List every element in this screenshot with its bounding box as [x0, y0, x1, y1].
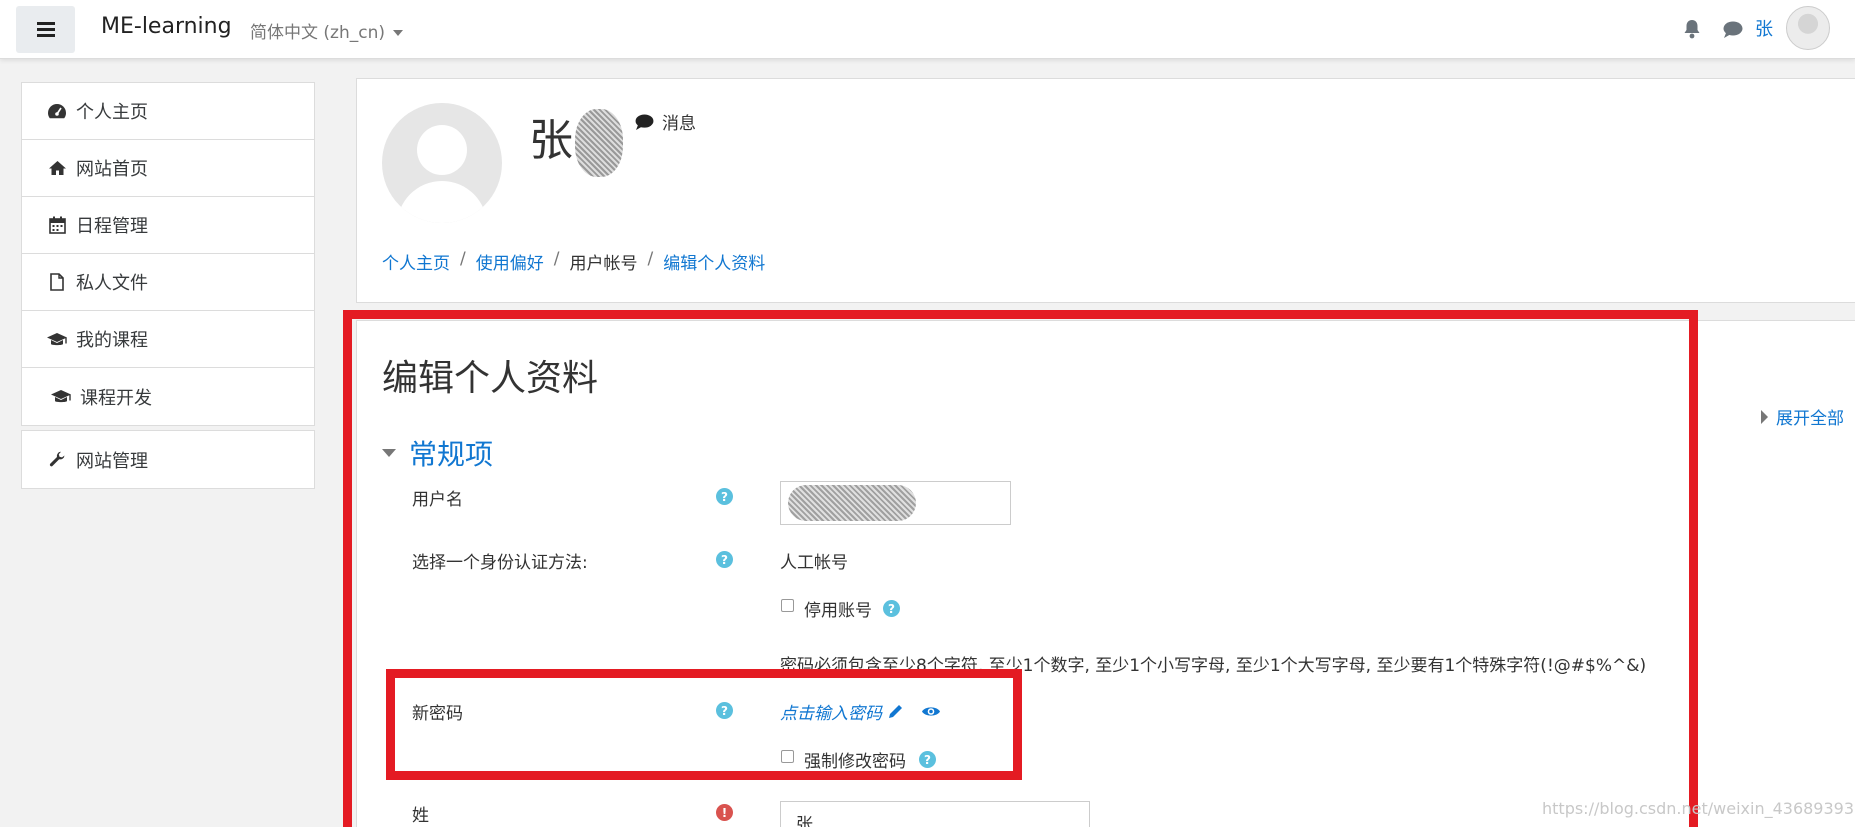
profile-name: 张: [529, 104, 623, 177]
breadcrumb-item-edit-profile[interactable]: 编辑个人资料: [663, 249, 765, 274]
hamburger-menu-button[interactable]: [16, 6, 75, 53]
home-icon: [46, 160, 68, 176]
site-name[interactable]: ME-learning: [101, 14, 232, 39]
sidebar-item-private-files[interactable]: 私人文件: [22, 254, 314, 311]
expand-all-link[interactable]: 展开全部: [1761, 404, 1844, 429]
sidebar-item-calendar[interactable]: 日程管理: [22, 197, 314, 254]
profile-name-prefix: 张: [529, 115, 573, 166]
name-redaction: [575, 109, 623, 177]
language-menu[interactable]: 简体中文 (zh_cn): [250, 18, 403, 43]
profile-header-card: 张 消息 个人主页 / 使用偏好 / 用户帐号 / 编辑个人资料: [356, 78, 1855, 303]
caret-down-icon: [393, 30, 403, 36]
file-icon: [46, 273, 68, 291]
sidebar-item-label: 网站管理: [76, 450, 148, 472]
calendar-icon: [46, 216, 68, 234]
sidebar-nav: 个人主页 网站首页 日程管理 私人文件 我的课程 课程开发 网站管理: [21, 82, 315, 489]
profile-avatar[interactable]: [382, 103, 502, 223]
sidebar-item-dashboard[interactable]: 个人主页: [22, 83, 314, 140]
graduation-cap-icon: [46, 332, 68, 347]
breadcrumb: 个人主页 / 使用偏好 / 用户帐号 / 编辑个人资料: [382, 249, 765, 274]
top-navbar: ME-learning 简体中文 (zh_cn) 张: [0, 0, 1855, 59]
sidebar-item-label: 日程管理: [76, 216, 148, 237]
user-name-short[interactable]: 张: [1755, 15, 1773, 41]
sidebar-item-label: 我的课程: [76, 330, 148, 351]
expand-all-label: 展开全部: [1776, 409, 1844, 429]
message-button[interactable]: 消息: [635, 109, 696, 134]
caret-right-icon: [1761, 409, 1768, 424]
bell-icon[interactable]: [1683, 19, 1701, 39]
sidebar-main-group: 个人主页 网站首页 日程管理 私人文件 我的课程 课程开发: [21, 82, 315, 426]
sidebar-item-label: 个人主页: [76, 102, 148, 123]
wrench-icon: [46, 451, 68, 468]
dashboard-icon: [46, 103, 68, 119]
breadcrumb-separator: /: [460, 249, 466, 269]
sidebar-item-course-development[interactable]: 课程开发: [22, 368, 314, 425]
user-avatar[interactable]: [1786, 6, 1830, 50]
menu-icon: [36, 22, 55, 37]
sidebar-item-label: 私人文件: [76, 273, 148, 294]
message-label: 消息: [662, 114, 696, 134]
sidebar-admin-group: 网站管理: [21, 430, 315, 489]
watermark: https://blog.csdn.net/weixin_43689393: [1542, 799, 1855, 818]
password-highlight-box: [386, 669, 1022, 780]
comment-icon[interactable]: [1723, 21, 1743, 38]
breadcrumb-separator: /: [647, 249, 654, 269]
breadcrumb-item-preferences[interactable]: 使用偏好: [476, 249, 544, 274]
comment-icon: [635, 113, 654, 130]
breadcrumb-separator: /: [553, 249, 560, 269]
sidebar-item-label: 网站首页: [76, 159, 148, 180]
sidebar-item-site-home[interactable]: 网站首页: [22, 140, 314, 197]
sidebar-item-site-admin[interactable]: 网站管理: [22, 431, 314, 488]
breadcrumb-item-user-account: 用户帐号: [569, 254, 638, 274]
sidebar-item-label: 课程开发: [80, 387, 152, 409]
breadcrumb-item-dashboard[interactable]: 个人主页: [382, 249, 450, 274]
avatar-head-shape: [417, 125, 467, 175]
graduation-cap-icon: [50, 389, 72, 404]
avatar-body-shape: [397, 181, 487, 223]
sidebar-item-my-courses[interactable]: 我的课程: [22, 311, 314, 368]
language-label: 简体中文 (zh_cn): [250, 23, 385, 43]
